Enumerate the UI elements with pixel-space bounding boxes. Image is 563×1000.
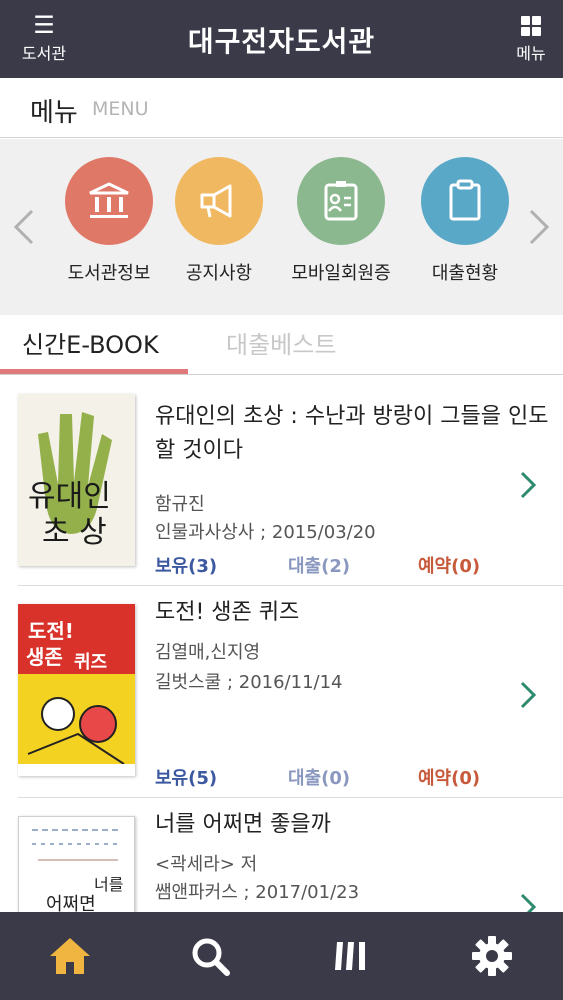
book-publisher-date: 길벗스쿨 ; 2016/11/14 — [155, 672, 343, 693]
menu-button[interactable]: 메뉴 — [511, 14, 551, 64]
app-header: ☰ 도서관 대구전자도서관 메뉴 — [0, 0, 563, 78]
cover-title-line2: 초 상 — [42, 515, 107, 550]
loan-count: 대출(2) — [288, 556, 351, 577]
book-title: 도전! 생존 퀴즈 — [155, 600, 300, 625]
book-publisher-date: 쌤앤파커스 ; 2017/01/23 — [155, 882, 360, 903]
bottom-navigation — [0, 912, 563, 1000]
clipboard-icon — [421, 157, 509, 245]
quick-menu-loan-status[interactable]: 대출현황 — [402, 157, 528, 285]
cover-title-line2: 어쩌면 — [46, 894, 96, 912]
book-cover: 너를 어쩌면 — [18, 816, 135, 912]
book-tabs: 신간E-BOOK 대출베스트 — [0, 315, 563, 375]
chevron-right-icon[interactable] — [527, 207, 551, 247]
cover-title-line1: 유대인 — [28, 479, 111, 514]
book-title: 너를 어쩌면 좋을까 — [155, 812, 331, 837]
book-list-item[interactable]: 유대인 초 상 유대인의 초상 : 수난과 방랑이 그들을 인도할 것이다 함규… — [0, 376, 563, 586]
book-author: <곽세라> 저 — [155, 854, 258, 875]
quick-menu-notices[interactable]: 공지사항 — [156, 157, 282, 285]
book-cover: 도전! 생존 퀴즈 — [18, 604, 135, 776]
megaphone-icon — [175, 157, 263, 245]
nav-search-button[interactable] — [180, 930, 240, 982]
settings-icon — [472, 936, 512, 976]
menu-title-ko: 메뉴 — [30, 98, 78, 128]
reserve-count: 예약(0) — [418, 556, 481, 577]
book-list-item[interactable]: 너를 어쩌면 너를 어쩌면 좋을까 <곽세라> 저 쌤앤파커스 ; 2017/0… — [0, 798, 563, 912]
home-icon — [50, 938, 90, 974]
menu-button-label: 메뉴 — [516, 44, 546, 63]
own-count: 보유(3) — [155, 556, 218, 577]
search-icon — [192, 938, 230, 976]
chevron-right-icon[interactable] — [519, 680, 537, 710]
reserve-count: 예약(0) — [418, 768, 481, 789]
menu-section-title: 메뉴 MENU — [0, 78, 563, 138]
cover-title-line3: 퀴즈 — [74, 652, 107, 673]
id-card-icon — [297, 157, 385, 245]
book-cover: 유대인 초 상 — [18, 394, 135, 566]
quick-menu-label: 모바일회원증 — [291, 263, 391, 284]
book-title: 유대인의 초상 : 수난과 방랑이 그들을 인도할 것이다 — [155, 404, 549, 463]
cover-title-line1: 너를 — [94, 875, 123, 894]
chevron-right-icon[interactable] — [519, 470, 537, 500]
book-author: 김열매,신지영 — [155, 642, 261, 663]
nav-bookshelf-button[interactable] — [322, 930, 382, 982]
library-icon — [65, 157, 153, 245]
cover-title-line2: 생존 — [26, 645, 63, 669]
nav-home-button[interactable] — [40, 930, 100, 982]
book-list-item[interactable]: 도전! 생존 퀴즈 도전! 생존 퀴즈 김열매,신지영 길벗스쿨 ; 2016/… — [0, 586, 563, 798]
loan-count: 대출(0) — [288, 768, 351, 789]
quick-menu-label: 공지사항 — [185, 263, 253, 284]
quick-menu-carousel: 도서관정보 공지사항 모바일회원증 대출현황 — [0, 139, 563, 315]
tab-loan-best[interactable]: 대출베스트 — [226, 325, 336, 360]
chevron-right-icon[interactable] — [519, 892, 537, 912]
own-count: 보유(5) — [155, 768, 218, 789]
bookshelf-icon — [335, 942, 365, 970]
quick-menu-label: 대출현황 — [431, 263, 499, 284]
menu-title-en: MENU — [92, 98, 149, 120]
active-tab-indicator — [0, 369, 188, 374]
tab-new-ebook[interactable]: 신간E-BOOK — [22, 325, 159, 360]
book-author: 함규진 — [155, 494, 205, 515]
cover-title-line1: 도전! — [28, 619, 74, 643]
quick-menu-library-info[interactable]: 도서관정보 — [46, 157, 172, 285]
quick-menu-label: 도서관정보 — [67, 263, 151, 284]
quick-menu-mobile-card[interactable]: 모바일회원증 — [278, 157, 404, 285]
grid-icon — [521, 16, 541, 36]
app-title: 대구전자도서관 — [187, 25, 376, 58]
nav-settings-button[interactable] — [462, 930, 522, 982]
chevron-left-icon[interactable] — [12, 207, 36, 247]
book-publisher-date: 인물과사상사 ; 2015/03/20 — [155, 522, 376, 543]
